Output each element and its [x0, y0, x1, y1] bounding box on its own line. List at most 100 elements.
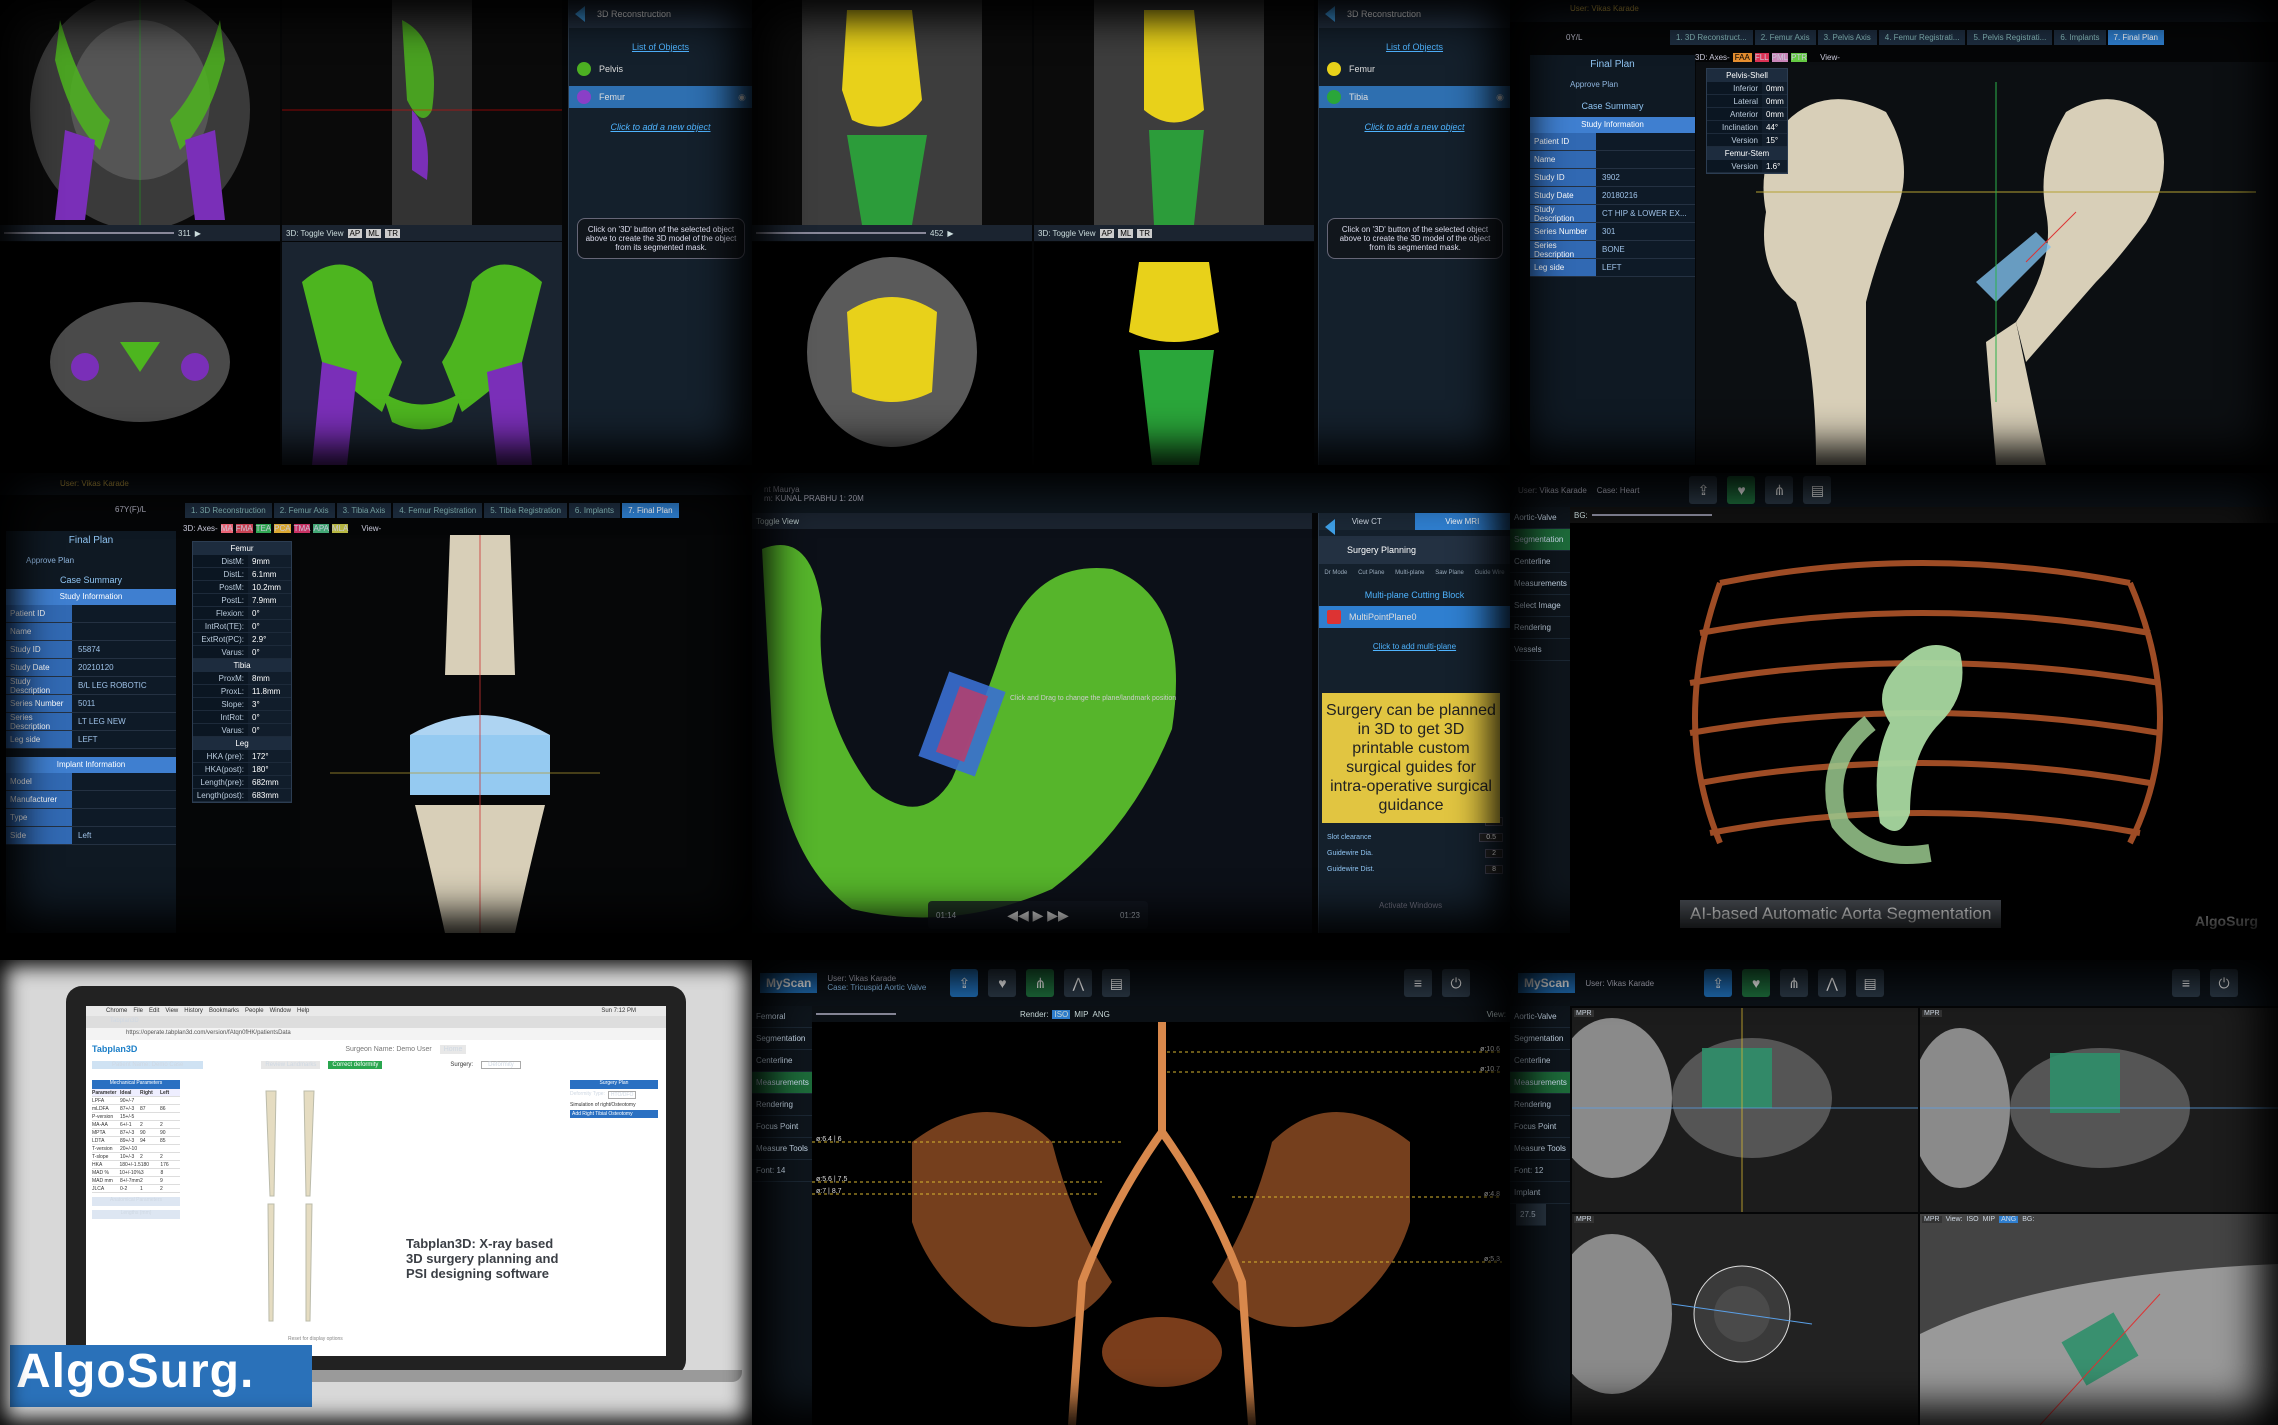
tab-6[interactable]: 6. Implants — [568, 503, 621, 518]
sagittal-knee-view[interactable] — [1034, 0, 1314, 225]
logout-button[interactable]: ⏻ — [2210, 969, 2238, 997]
menu-segmentation[interactable]: Segmentation — [752, 1028, 812, 1050]
axis-tag[interactable]: APA — [313, 524, 329, 533]
tool-multi-plane[interactable]: Multi-plane — [1395, 570, 1424, 576]
axial-ct-view[interactable] — [0, 242, 280, 465]
tab-2[interactable]: 2. Femur Axis — [273, 503, 335, 518]
menu-rendering[interactable]: Rendering — [1510, 1094, 1570, 1116]
browser-tab[interactable]: Tabplan3D — [86, 1016, 666, 1028]
view-ap-button[interactable]: AP — [1099, 228, 1115, 238]
menu-centerline[interactable]: Centerline — [1510, 551, 1570, 573]
menu-rendering[interactable]: Rendering — [1510, 617, 1570, 639]
tab-1[interactable]: 1. 3D Reconstruct... — [1670, 30, 1753, 45]
axis-tag[interactable]: FLL — [1754, 53, 1769, 62]
add-osteotomy-button[interactable]: Add Right Tibial Osteotomy — [570, 1110, 658, 1118]
back-arrow-icon[interactable] — [1325, 519, 1335, 535]
tab-7-final-plan[interactable]: 7. Final Plan — [2107, 30, 2164, 45]
tab-7-final-plan[interactable]: 7. Final Plan — [622, 503, 679, 518]
subclav-button[interactable]: ⋀ — [1818, 969, 1847, 997]
menu-aortic-valve[interactable]: Aortic-Valve — [1510, 1006, 1570, 1028]
render-ang[interactable]: ANG — [1999, 1216, 2019, 1223]
play-icon[interactable]: ▶ — [195, 229, 201, 238]
case-list-button[interactable]: ≡ — [1404, 969, 1432, 997]
tab-5[interactable]: 5. Tibia Registration — [484, 503, 567, 518]
lengths-header[interactable]: Lengths (mm) — [92, 1210, 180, 1219]
add-multi-plane-link[interactable]: Click to add multi-plane — [1319, 642, 1510, 651]
bg-slider[interactable] — [816, 1013, 896, 1015]
anat-params-header[interactable]: Anatomical Parameters — [92, 1197, 180, 1206]
correct-deformity-button[interactable]: Correct deformity — [328, 1061, 383, 1069]
axis-tag[interactable]: TMA — [293, 524, 311, 533]
coronal-ct-view[interactable] — [0, 0, 280, 225]
menu-chrome[interactable]: Chrome — [106, 1008, 127, 1014]
tab-6[interactable]: 6. Implants — [2054, 30, 2106, 45]
load-ct-button[interactable]: ⇪ — [1689, 476, 1718, 504]
approve-plan-button[interactable]: Approve Plan — [6, 550, 176, 571]
menu-segmentation[interactable]: Segmentation — [1510, 529, 1570, 551]
list-of-objects-link[interactable]: List of Objects — [1319, 42, 1510, 52]
approve-plan-button[interactable]: Approve Plan — [1530, 74, 1695, 95]
list-of-objects-link[interactable]: List of Objects — [569, 42, 752, 52]
add-object-link[interactable]: Click to add a new object — [569, 122, 752, 132]
menu-centerline[interactable]: Centerline — [1510, 1050, 1570, 1072]
menu-measurements[interactable]: Measurements — [1510, 1072, 1570, 1094]
menu-measurements[interactable]: Measurements — [1510, 573, 1570, 595]
render-iso[interactable]: ISO — [1967, 1216, 1979, 1223]
report-button[interactable]: ▤ — [1856, 969, 1885, 997]
eye-icon[interactable]: ◉ — [738, 92, 746, 103]
coronal-knee-view[interactable] — [752, 0, 1032, 225]
axial-knee-view[interactable] — [752, 242, 1032, 465]
axis-tag[interactable]: PCA — [274, 524, 291, 533]
menu-help[interactable]: Help — [297, 1008, 309, 1014]
menu-rendering[interactable]: Rendering — [752, 1094, 812, 1116]
menu-measure-tools[interactable]: Measure Tools — [752, 1138, 812, 1160]
logout-button[interactable]: ⏻ — [1442, 969, 1470, 997]
view-ml-button[interactable]: ML — [1118, 228, 1134, 238]
play-icon[interactable]: ▶ — [947, 229, 953, 238]
menu-femoral[interactable]: Femoral — [752, 1006, 812, 1028]
mpr-view-4[interactable]: MPR View: ISO MIP ANG BG: — [1920, 1214, 2278, 1425]
mpr-view-3[interactable]: MPR — [1572, 1214, 1918, 1425]
menu-bookmarks[interactable]: Bookmarks — [209, 1008, 239, 1014]
menu-segmentation[interactable]: Segmentation — [1510, 1028, 1570, 1050]
bg-slider-bar[interactable]: BG: — [1570, 507, 2278, 523]
home-button[interactable]: Home — [439, 1044, 467, 1054]
address-bar[interactable]: https://operate.tabplan3d.com/version/fA… — [86, 1028, 666, 1040]
aortic-button[interactable]: ♥ — [1727, 476, 1756, 504]
scroll-bar-coronal[interactable]: 452 ▶ — [752, 225, 1032, 241]
menu-aortic-valve[interactable]: Aortic-Valve — [1510, 507, 1570, 529]
param-stepper[interactable]: 8 — [1485, 864, 1503, 874]
object-item-pelvis[interactable]: Pelvis — [569, 58, 752, 80]
pelvis-cut-3d-view[interactable]: Click and Drag to change the plane/landm… — [752, 529, 1312, 933]
bg-slider[interactable] — [1591, 514, 1712, 516]
femoral-button[interactable]: ⋔ — [1780, 969, 1809, 997]
knee-3d-view[interactable] — [1034, 242, 1314, 465]
view-ap-button[interactable]: AP — [347, 228, 363, 238]
report-button[interactable]: ▤ — [1803, 476, 1832, 504]
slice-slider[interactable] — [4, 232, 174, 234]
menu-implant[interactable]: Implant — [1510, 1182, 1570, 1204]
multi-point-plane-item[interactable]: MultiPointPlane0 — [1319, 606, 1510, 628]
tool-guide-wire[interactable]: Guide Wire — [1475, 570, 1505, 576]
axis-tag[interactable]: MA — [220, 524, 233, 533]
axis-tag[interactable]: FMA — [235, 524, 253, 533]
object-item-femur[interactable]: Femur ◉ — [569, 86, 752, 108]
menu-window[interactable]: Window — [270, 1008, 291, 1014]
menu-focus-point[interactable]: Focus Point — [752, 1116, 812, 1138]
menu-edit[interactable]: Edit — [149, 1008, 159, 1014]
back-arrow-icon[interactable] — [1325, 6, 1335, 22]
render-iso[interactable]: ISO — [1052, 1009, 1071, 1019]
view-tr-button[interactable]: TR — [1137, 228, 1152, 238]
aortic-button[interactable]: ♥ — [988, 969, 1017, 997]
scroll-bar-coronal[interactable]: 311 ▶ — [0, 225, 280, 241]
load-ct-button[interactable]: ⇪ — [950, 969, 979, 997]
view-mri-tab[interactable]: View MRI — [1414, 513, 1510, 530]
render-ang[interactable]: ANG — [1092, 1010, 1109, 1019]
mpr-view-2[interactable]: MPR — [1920, 1008, 2278, 1212]
eye-icon[interactable]: ◉ — [1496, 92, 1504, 103]
axis-tag[interactable]: PTR — [1791, 53, 1808, 62]
knee-3d-view[interactable] — [300, 535, 752, 933]
menu-centerline[interactable]: Centerline — [752, 1050, 812, 1072]
tab-3[interactable]: 3. Pelvis Axis — [1817, 30, 1877, 45]
menu-measurements[interactable]: Measurements — [752, 1072, 812, 1094]
